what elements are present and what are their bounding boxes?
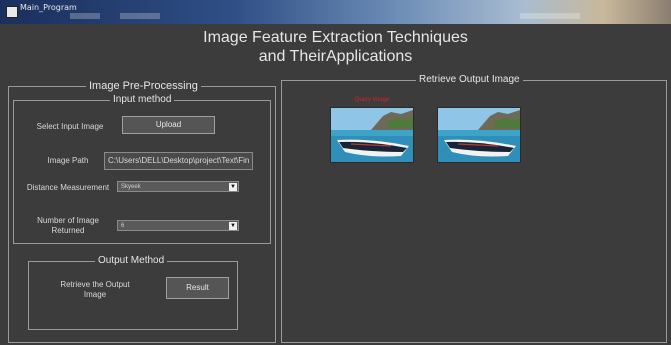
distance-measurement-label: Distance Measurement [26, 183, 110, 192]
result-button[interactable]: Result [166, 277, 229, 299]
page-title: Image Feature Extraction Techniques and … [0, 28, 671, 66]
retrieve-output-label: Retrieve the Output Image [60, 280, 130, 299]
preprocessing-legend: Image Pre-Processing [86, 80, 201, 92]
select-input-label: Select Input Image [36, 122, 104, 131]
image-path-field[interactable]: C:\Users\DELL\Desktop\project\Text\Fin [104, 152, 253, 170]
output-method-legend: Output Method [95, 255, 168, 266]
boat-photo [331, 108, 413, 162]
input-method-legend: Input method [110, 94, 175, 105]
app-icon [6, 6, 18, 18]
upload-button[interactable]: Upload [122, 116, 215, 134]
output-image-legend: Retrieve Output Image [416, 74, 523, 85]
titlebar-decoration [520, 13, 580, 19]
titlebar-decoration [120, 13, 160, 19]
query-image-caption: Query Image [354, 97, 390, 103]
titlebar-decoration [70, 13, 100, 19]
number-returned-value: 6 [121, 223, 125, 229]
page-title-line1: Image Feature Extraction Techniques [203, 29, 468, 46]
image-path-label: Image Path [47, 156, 89, 165]
distance-measurement-select[interactable]: Skyeek ▼ [117, 181, 239, 192]
result-image [437, 107, 521, 163]
distance-measurement-value: Skyeek [121, 184, 141, 190]
boat-photo [438, 108, 520, 162]
page-title-line2: and TheirApplications [258, 48, 413, 65]
query-image [330, 107, 414, 163]
chevron-down-icon[interactable]: ▼ [229, 222, 237, 230]
number-returned-select[interactable]: 6 ▼ [117, 220, 239, 231]
window-title: Main_Program [20, 3, 77, 12]
chevron-down-icon[interactable]: ▼ [229, 183, 237, 191]
window-titlebar: Main_Program [0, 0, 671, 24]
number-returned-label: Number of Image Returned [37, 216, 99, 235]
